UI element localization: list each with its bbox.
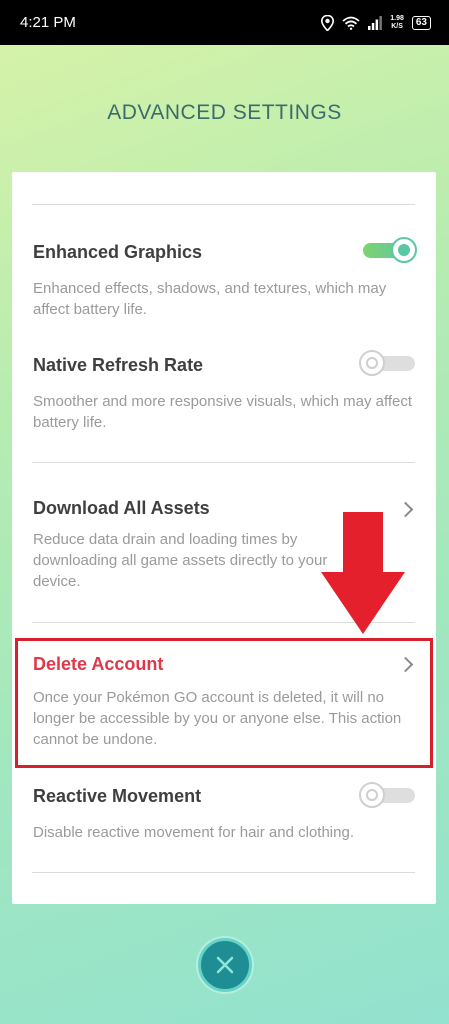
wifi-icon (342, 16, 360, 30)
speed-value: 1.98 (390, 14, 404, 22)
location-icon (321, 14, 335, 31)
network-speed: 1.98 K/S (390, 15, 404, 31)
enhanced-graphics-toggle[interactable] (359, 237, 417, 263)
setting-description: Smoother and more responsive visuals, wh… (33, 393, 413, 431)
close-button[interactable] (198, 938, 252, 992)
native-refresh-rate-toggle[interactable] (359, 350, 417, 376)
annotation-highlight-box (15, 638, 433, 768)
toggle-knob (391, 237, 417, 263)
close-icon (216, 956, 234, 974)
toggle-knob (359, 350, 385, 376)
battery-indicator: 63 (411, 15, 431, 30)
setting-title: Reactive Movement (33, 786, 202, 806)
setting-title: Enhanced Graphics (33, 242, 203, 262)
divider (32, 204, 415, 205)
speed-unit: K/S (391, 22, 403, 30)
setting-description: Reduce data drain and loading times by d… (33, 531, 328, 590)
status-bar: 4:21 PM 1.98 K/S 63 (0, 0, 449, 45)
setting-description: Enhanced effects, shadows, and textures,… (33, 280, 387, 318)
annotation-arrow-icon (321, 512, 405, 634)
reactive-movement-toggle[interactable] (359, 782, 417, 808)
divider (32, 462, 415, 463)
divider (32, 872, 415, 873)
status-icons: 1.98 K/S 63 (321, 14, 431, 31)
toggle-knob (359, 782, 385, 808)
page-title: ADVANCED SETTINGS (107, 101, 342, 124)
status-time: 4:21 PM (20, 14, 76, 31)
setting-description: Disable reactive movement for hair and c… (33, 824, 354, 841)
setting-title: Download All Assets (33, 498, 210, 518)
setting-title: Native Refresh Rate (33, 355, 204, 375)
signal-icon (368, 15, 383, 30)
